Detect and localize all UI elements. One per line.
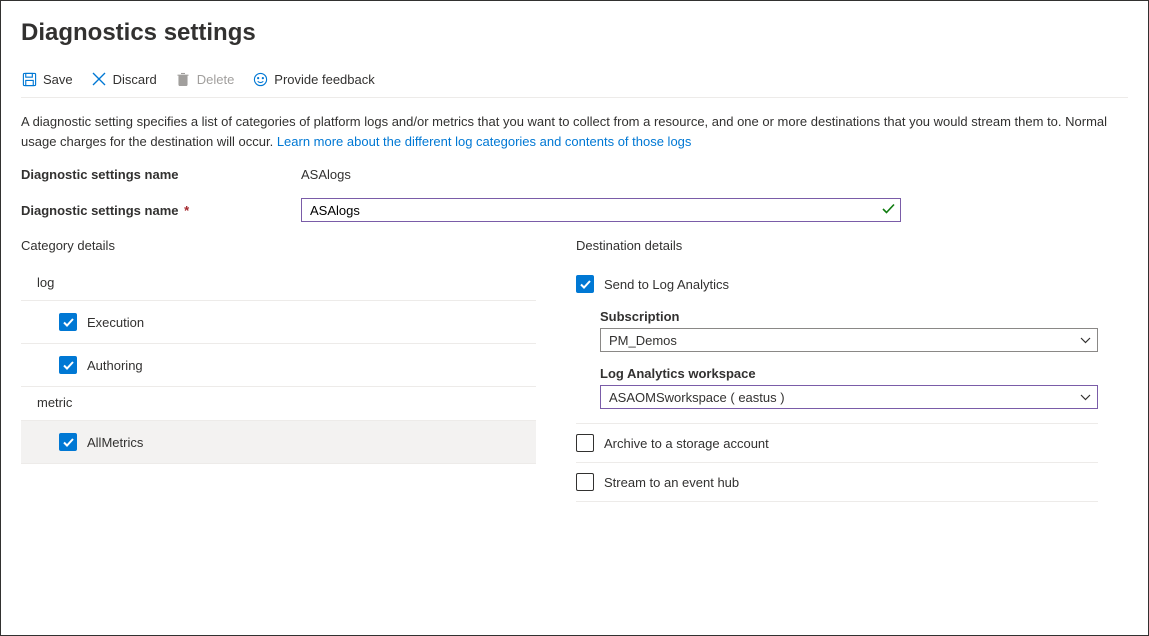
feedback-label: Provide feedback (274, 72, 374, 87)
archive-storage-row[interactable]: Archive to a storage account (576, 424, 1098, 463)
settings-name-static-value: ASAlogs (301, 167, 351, 182)
checkbox-allmetrics[interactable] (59, 433, 77, 451)
feedback-button[interactable]: Provide feedback (252, 71, 374, 87)
checkbox-send-log-analytics[interactable] (576, 275, 594, 293)
save-label: Save (43, 72, 73, 87)
workspace-label: Log Analytics workspace (600, 366, 1098, 381)
check-icon (882, 203, 895, 218)
log-authoring-row[interactable]: Authoring (21, 344, 536, 387)
close-icon (91, 71, 107, 87)
save-button[interactable]: Save (21, 71, 73, 87)
description-text: A diagnostic setting specifies a list of… (21, 112, 1121, 151)
metric-allmetrics-label: AllMetrics (87, 435, 143, 450)
feedback-icon (252, 71, 268, 87)
delete-button: Delete (175, 71, 235, 87)
discard-button[interactable]: Discard (91, 71, 157, 87)
log-analytics-subform: Subscription PM_Demos Log Analytics work… (576, 303, 1098, 424)
delete-label: Delete (197, 72, 235, 87)
save-icon (21, 71, 37, 87)
subscription-value: PM_Demos (609, 333, 677, 348)
metric-allmetrics-row[interactable]: AllMetrics (21, 421, 536, 464)
workspace-select[interactable]: ASAOMSworkspace ( eastus ) (600, 385, 1098, 409)
archive-storage-label: Archive to a storage account (604, 436, 769, 451)
log-authoring-label: Authoring (87, 358, 143, 373)
checkbox-archive-storage[interactable] (576, 434, 594, 452)
discard-label: Discard (113, 72, 157, 87)
workspace-value: ASAOMSworkspace ( eastus ) (609, 390, 785, 405)
checkbox-execution[interactable] (59, 313, 77, 331)
checkbox-authoring[interactable] (59, 356, 77, 374)
log-execution-row[interactable]: Execution (21, 301, 536, 344)
settings-name-static-label: Diagnostic settings name (21, 167, 301, 182)
checkbox-stream-eventhub[interactable] (576, 473, 594, 491)
settings-name-input[interactable] (301, 198, 901, 222)
stream-eventhub-row[interactable]: Stream to an event hub (576, 463, 1098, 502)
chevron-down-icon (1080, 337, 1091, 344)
subscription-select[interactable]: PM_Demos (600, 328, 1098, 352)
trash-icon (175, 71, 191, 87)
settings-name-input-label: Diagnostic settings name * (21, 203, 301, 218)
stream-eventhub-label: Stream to an event hub (604, 475, 739, 490)
toolbar: Save Discard Delete Provide feedback (21, 71, 1128, 98)
log-execution-label: Execution (87, 315, 144, 330)
category-details-heading: Category details (21, 238, 536, 253)
destination-details-heading: Destination details (576, 238, 1098, 253)
learn-more-link[interactable]: Learn more about the different log categ… (277, 134, 692, 149)
send-log-analytics-label: Send to Log Analytics (604, 277, 729, 292)
subscription-label: Subscription (600, 309, 1098, 324)
metric-group-label: metric (21, 387, 536, 421)
log-group-label: log (21, 267, 536, 301)
send-log-analytics-row[interactable]: Send to Log Analytics (576, 267, 1098, 303)
required-asterisk: * (180, 203, 189, 218)
chevron-down-icon (1080, 394, 1091, 401)
page-title: Diagnostics settings (21, 19, 1128, 47)
